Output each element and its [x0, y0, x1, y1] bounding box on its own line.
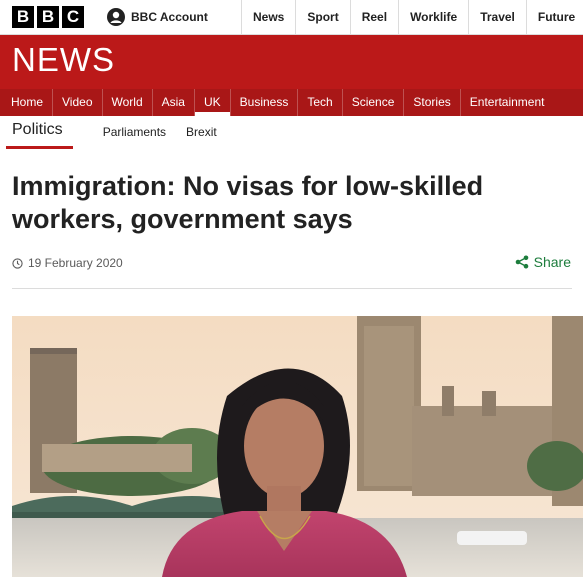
clock-icon: [12, 257, 23, 269]
top-nav-future[interactable]: Future: [525, 0, 583, 34]
sub-nav-parliaments[interactable]: Parliaments: [103, 125, 166, 139]
news-banner: NEWS: [0, 35, 583, 89]
top-nav-reel[interactable]: Reel: [349, 0, 398, 34]
sub-nav-politics[interactable]: Politics: [6, 121, 73, 149]
nav-item-science[interactable]: Science: [341, 89, 404, 116]
article-date: 19 February 2020: [28, 256, 123, 270]
share-label: Share: [533, 254, 571, 270]
article-meta: 19 February 2020: [12, 256, 123, 270]
user-icon: [107, 8, 125, 26]
nav-item-stories[interactable]: Stories: [403, 89, 459, 116]
nav-item-home[interactable]: Home: [0, 89, 52, 116]
hero-image: [12, 316, 583, 577]
divider: [12, 288, 572, 289]
nav-item-video[interactable]: Video: [52, 89, 101, 116]
share-button[interactable]: Share: [515, 254, 571, 270]
news-wordmark[interactable]: NEWS: [12, 41, 115, 79]
article-headline: Immigration: No visas for low-skilled wo…: [12, 171, 484, 234]
nav-item-asia[interactable]: Asia: [151, 89, 194, 116]
news-nav: Home Video World Asia UK Business Tech S…: [0, 89, 583, 116]
nav-item-entertainment[interactable]: Entertainment: [459, 89, 554, 116]
sub-nav-brexit[interactable]: Brexit: [186, 125, 217, 139]
account-link[interactable]: BBC Account: [107, 8, 208, 26]
nav-item-world[interactable]: World: [101, 89, 152, 116]
share-icon: [515, 255, 528, 269]
bbc-logo[interactable]: B B C: [12, 6, 84, 28]
top-nav-sport[interactable]: Sport: [295, 0, 349, 34]
nav-item-business[interactable]: Business: [229, 89, 298, 116]
bbc-logo-letter: B: [37, 6, 59, 28]
account-label: BBC Account: [131, 10, 208, 24]
sub-nav: Politics Parliaments Brexit: [0, 116, 583, 149]
nav-item-tech[interactable]: Tech: [297, 89, 341, 116]
hero-illustration: [12, 316, 583, 577]
top-nav: News Sport Reel Worklife Travel Future: [241, 0, 583, 34]
nav-item-uk[interactable]: UK: [193, 89, 230, 116]
top-nav-news[interactable]: News: [241, 0, 295, 34]
bbc-logo-letter: B: [12, 6, 34, 28]
top-nav-travel[interactable]: Travel: [468, 0, 526, 34]
bbc-logo-letter: C: [62, 6, 84, 28]
top-nav-worklife[interactable]: Worklife: [398, 0, 468, 34]
top-bar: B B C BBC Account News Sport Reel Workli…: [0, 0, 583, 35]
